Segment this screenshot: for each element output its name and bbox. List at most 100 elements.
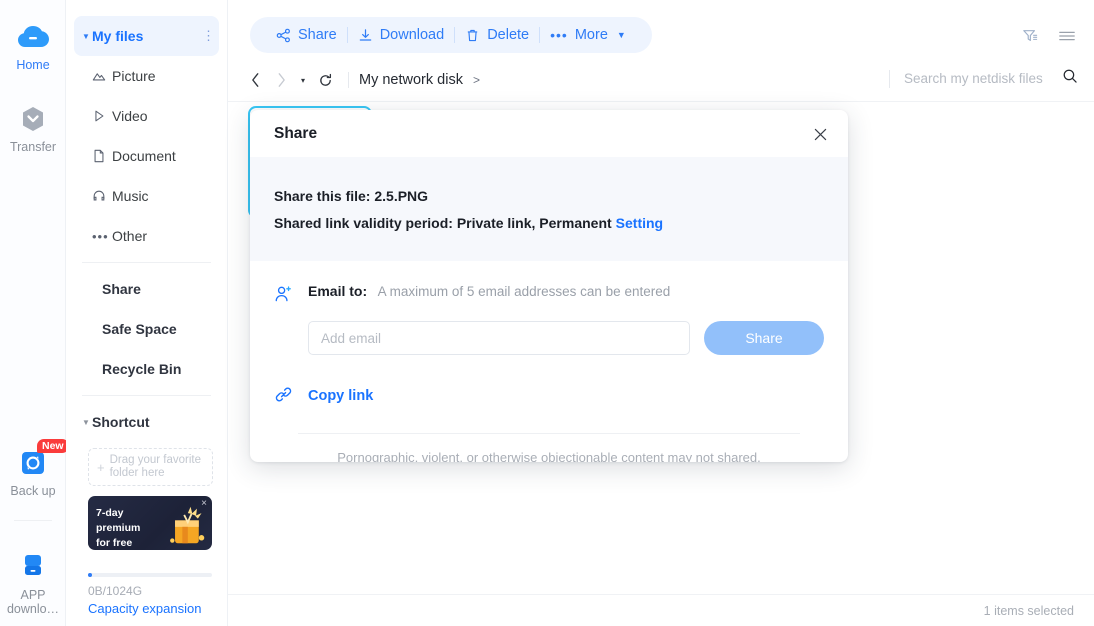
more-dots-icon[interactable]: ⋮ xyxy=(202,28,219,44)
email-hint: A maximum of 5 email addresses can be en… xyxy=(377,284,671,299)
email-label: Email to: xyxy=(308,283,368,299)
refresh-icon[interactable] xyxy=(312,68,338,92)
breadcrumb-divider xyxy=(348,72,349,88)
selection-count: 1 items selected xyxy=(983,603,1074,618)
filter-icon[interactable] xyxy=(1022,28,1038,49)
download-button[interactable]: Download xyxy=(348,27,455,43)
rail-item-backup[interactable]: New Back up xyxy=(0,439,69,498)
promo-line-1: 7-day premium xyxy=(96,507,141,534)
email-controls: Share xyxy=(308,321,824,355)
rail-item-transfer[interactable]: Transfer xyxy=(0,100,66,154)
breadcrumb-bar: ▾ My network disk > xyxy=(228,58,1094,102)
back-icon[interactable] xyxy=(242,68,268,92)
caret-down-icon: ▼ xyxy=(82,417,90,427)
device-icon xyxy=(0,548,66,586)
sidebar-item-video[interactable]: Video xyxy=(74,96,219,136)
picture-icon xyxy=(92,69,112,83)
shortcut-dropzone[interactable]: + Drag your favorite folder here xyxy=(88,448,213,486)
sidebar-item-safe-space[interactable]: Safe Space xyxy=(74,309,219,349)
toolbar-action-group: Share Download Delete ••• More ▼ xyxy=(250,17,652,53)
sidebar-item-recycle-bin[interactable]: Recycle Bin xyxy=(74,349,219,389)
rail-item-home[interactable]: Home xyxy=(0,18,66,72)
gift-icon xyxy=(170,506,205,544)
sidebar-item-label: Shortcut xyxy=(92,414,150,430)
ellipsis-icon: ••• xyxy=(550,27,568,43)
dialog-share-button[interactable]: Share xyxy=(704,321,824,355)
rail-divider xyxy=(14,520,52,521)
sidebar-item-shortcut[interactable]: ▼ Shortcut xyxy=(74,402,219,442)
search-input[interactable] xyxy=(904,71,1054,86)
transfer-icon xyxy=(0,100,66,138)
sidebar-item-picture[interactable]: Picture xyxy=(74,56,219,96)
sidebar: ▼ My files ⋮ Picture Video Document Musi… xyxy=(66,0,228,626)
share-validity-line: Shared link validity period: Private lin… xyxy=(274,210,824,237)
search-icon[interactable] xyxy=(1062,68,1078,89)
music-icon xyxy=(92,189,112,203)
dialog-body: Email to: A maximum of 5 email addresses… xyxy=(250,261,848,462)
sidebar-item-other[interactable]: ••• Other xyxy=(74,216,219,256)
more-button[interactable]: ••• More ▼ xyxy=(540,27,636,43)
cloud-icon xyxy=(0,18,66,56)
email-section: Email to: A maximum of 5 email addresses… xyxy=(274,283,824,309)
sidebar-item-label: Other xyxy=(112,228,148,244)
copy-link-row[interactable]: Copy link xyxy=(274,383,824,409)
rail-item-app-download[interactable]: APP downlo… xyxy=(0,548,66,616)
rail-label-home: Home xyxy=(16,58,50,72)
download-icon xyxy=(359,28,371,41)
status-bar: 1 items selected xyxy=(228,594,1094,626)
dialog-footer-note: Pornographic, violent, or otherwise obje… xyxy=(337,450,761,462)
promo-banner[interactable]: 7-day premium for free × xyxy=(88,496,212,550)
sidebar-item-label: Safe Space xyxy=(102,321,177,337)
share-button[interactable]: Share xyxy=(266,27,347,43)
toolbar: Share Download Delete ••• More ▼ xyxy=(228,0,1094,58)
left-rail: Home Transfer New Back up APP downlo… xyxy=(0,0,69,626)
search-box xyxy=(889,68,1078,89)
shortcut-dropzone-label: Drag your favorite folder here xyxy=(109,454,201,479)
sidebar-item-share[interactable]: Share xyxy=(74,269,219,309)
promo-close-icon[interactable]: × xyxy=(201,498,207,509)
breadcrumb-nav: ▾ My network disk > xyxy=(242,68,480,92)
sidebar-item-label: Share xyxy=(102,281,141,297)
validity-text: Shared link validity period: Private lin… xyxy=(274,215,612,231)
sidebar-item-document[interactable]: Document xyxy=(74,136,219,176)
chevron-down-icon: ▼ xyxy=(616,30,626,40)
share-file-line: Share this file: 2.5.PNG xyxy=(274,188,429,204)
dialog-header: Share xyxy=(250,110,848,157)
setting-link[interactable]: Setting xyxy=(616,215,663,231)
copy-link-label[interactable]: Copy link xyxy=(308,388,373,404)
sidebar-item-music[interactable]: Music xyxy=(74,176,219,216)
delete-button[interactable]: Delete xyxy=(455,27,539,43)
promo-text: 7-day premium for free xyxy=(96,506,168,550)
capacity-progress-bar xyxy=(88,573,212,577)
capacity-expansion-link[interactable]: Capacity expansion xyxy=(88,601,212,616)
sidebar-item-label: Music xyxy=(112,188,149,204)
app-window: Home Transfer New Back up APP downlo… ▼ … xyxy=(0,0,1094,626)
caret-down-icon: ▼ xyxy=(82,31,90,41)
sidebar-item-label: Document xyxy=(112,148,176,164)
rail-label-transfer: Transfer xyxy=(9,140,57,154)
forward-icon[interactable] xyxy=(268,68,294,92)
chain-link-icon xyxy=(274,383,308,409)
backup-icon: New xyxy=(0,439,69,482)
share-node-icon xyxy=(276,28,290,42)
history-caret-icon[interactable]: ▾ xyxy=(294,68,312,92)
video-icon xyxy=(92,109,112,123)
breadcrumb-path[interactable]: My network disk xyxy=(359,72,463,88)
dialog-title: Share xyxy=(274,124,318,142)
plus-icon: + xyxy=(97,459,105,475)
sidebar-item-my-files[interactable]: ▼ My files ⋮ xyxy=(74,16,219,56)
sidebar-item-label: Recycle Bin xyxy=(102,361,182,377)
breadcrumb-separator: > xyxy=(472,73,480,87)
list-view-icon[interactable] xyxy=(1058,28,1076,49)
sidebar-item-label: My files xyxy=(92,28,144,44)
person-add-icon xyxy=(274,283,308,309)
dialog-info-panel: Share this file: 2.5.PNG Shared link val… xyxy=(250,157,848,261)
rail-label-backup: Back up xyxy=(10,484,56,498)
capacity-widget: 0B/1024G Capacity expansion xyxy=(88,573,212,616)
sidebar-item-label: Video xyxy=(112,108,148,124)
sidebar-divider-2 xyxy=(82,395,211,396)
email-input[interactable] xyxy=(308,321,690,355)
close-icon[interactable] xyxy=(810,124,830,144)
trash-icon xyxy=(468,29,478,41)
sidebar-divider-1 xyxy=(82,262,211,263)
